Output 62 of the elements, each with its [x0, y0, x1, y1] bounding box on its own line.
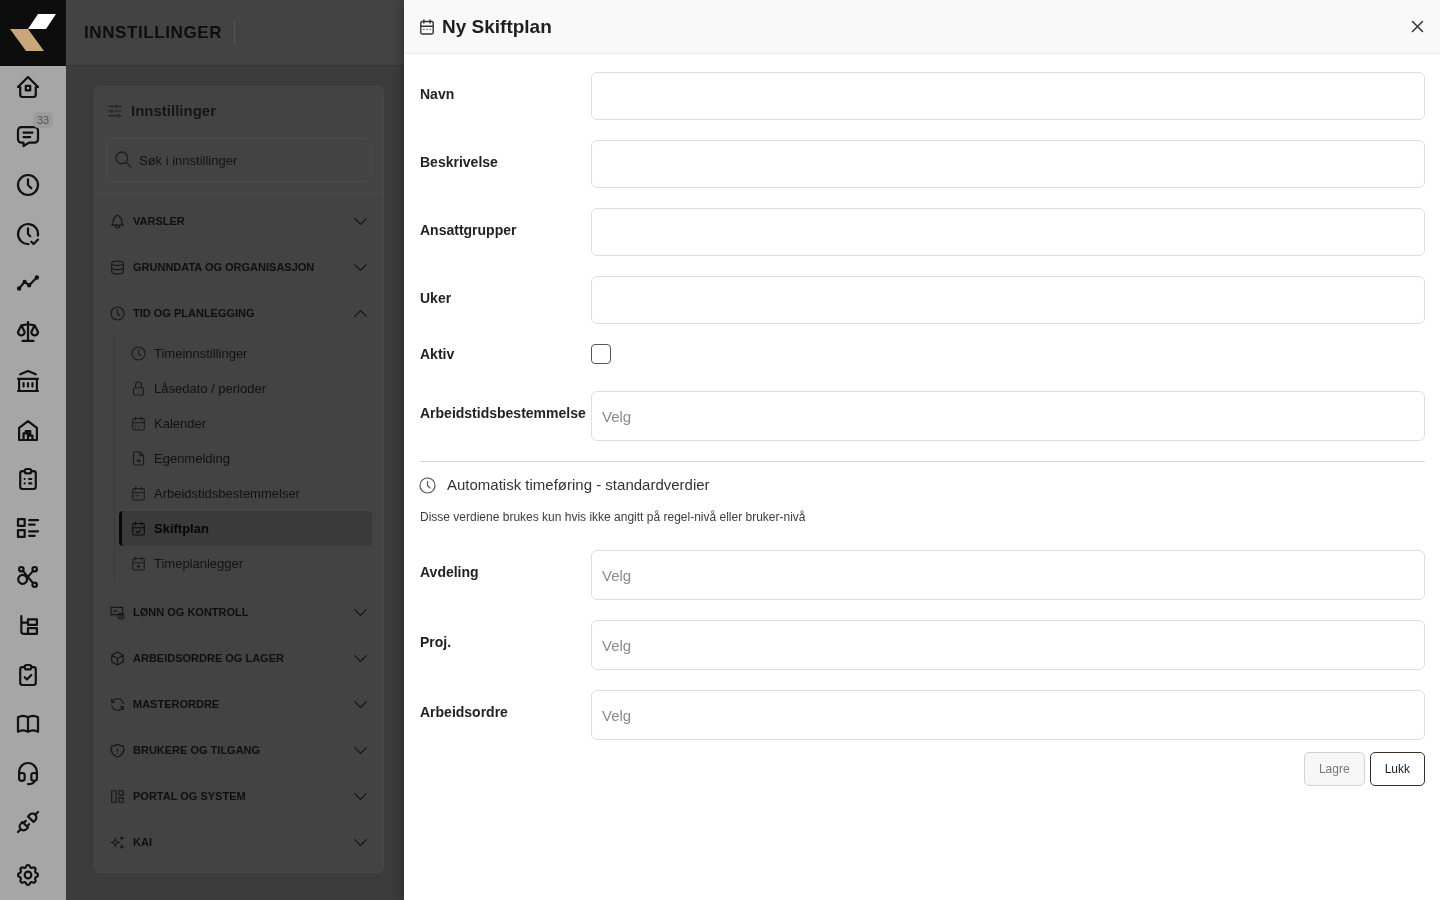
- footer-button[interactable]: Lukk: [1369, 752, 1425, 786]
- refresh-icon: [111, 697, 124, 711]
- database-icon: [111, 260, 124, 274]
- nodes-icon[interactable]: [18, 567, 38, 587]
- field-label: Aktiv: [420, 345, 456, 364]
- helper-text: Disse verdiene brukes kun hvis ikke angitt på regel-nivå eller bruker-nivå: [420, 509, 807, 525]
- checkbox[interactable]: [591, 344, 611, 364]
- book-icon[interactable]: [18, 714, 38, 734]
- calendar-icon: [132, 417, 145, 430]
- clock-icon: [111, 306, 124, 320]
- sparkles-icon: [111, 835, 124, 849]
- sliders-icon: [108, 104, 122, 118]
- select-field[interactable]: Velg: [591, 690, 1425, 740]
- calendar-check-icon: [132, 522, 145, 535]
- calendar-plus-icon: [132, 557, 145, 570]
- tree-icon[interactable]: [18, 616, 38, 636]
- text-input[interactable]: [591, 140, 1425, 188]
- calendar-icon: [132, 487, 145, 500]
- plug-icon[interactable]: [18, 812, 38, 832]
- box-icon: [111, 651, 124, 665]
- clock-icon: [420, 477, 435, 493]
- select-field[interactable]: Velg: [591, 391, 1425, 441]
- text-input[interactable]: [591, 276, 1425, 324]
- calendar-icon: [420, 19, 434, 34]
- drawer-title: Ny Skiftplan: [442, 14, 552, 39]
- clock-icon: [132, 347, 145, 360]
- clipboard-icon[interactable]: [18, 469, 38, 489]
- text-input[interactable]: [591, 72, 1425, 120]
- field-label: Ansattgrupper: [420, 221, 518, 240]
- headset-icon[interactable]: [18, 763, 38, 783]
- layout-icon: [111, 789, 124, 803]
- scale-icon[interactable]: [18, 322, 38, 342]
- bank-icon[interactable]: [18, 371, 38, 391]
- home-icon[interactable]: [18, 77, 38, 97]
- shield-icon: [111, 743, 124, 757]
- lock-icon: [132, 382, 145, 395]
- field-label: Navn: [420, 85, 456, 104]
- list-icon[interactable]: [18, 518, 38, 538]
- logo-icon: [0, 0, 66, 66]
- select-field[interactable]: Velg: [591, 620, 1425, 670]
- notification-badge: 33: [33, 112, 54, 128]
- settings-icon[interactable]: [18, 865, 38, 885]
- field-label: Arbeidstidsbestemmelse: [420, 404, 587, 423]
- bell-icon: [111, 214, 124, 228]
- cash-icon: [111, 605, 124, 619]
- field-label: Uker: [420, 289, 453, 308]
- field-label: Beskrivelse: [420, 153, 499, 172]
- field-label: Proj.: [420, 633, 453, 652]
- field-label: Avdeling: [420, 563, 480, 582]
- building-icon[interactable]: [18, 420, 38, 440]
- section-title: Automatisk timeføring - standardverdier: [447, 475, 710, 495]
- clock-check-icon[interactable]: [18, 224, 38, 244]
- close-icon[interactable]: [1410, 19, 1425, 34]
- text-input[interactable]: [591, 208, 1425, 256]
- chat-icon[interactable]: [18, 126, 38, 146]
- document-icon: [132, 452, 145, 465]
- clock-icon[interactable]: [18, 175, 38, 195]
- field-label: Arbeidsordre: [420, 703, 509, 722]
- search-icon: [116, 152, 131, 167]
- select-field[interactable]: Velg: [591, 550, 1425, 600]
- clipboard-check-icon[interactable]: [18, 665, 38, 685]
- line-chart-icon[interactable]: [18, 273, 38, 293]
